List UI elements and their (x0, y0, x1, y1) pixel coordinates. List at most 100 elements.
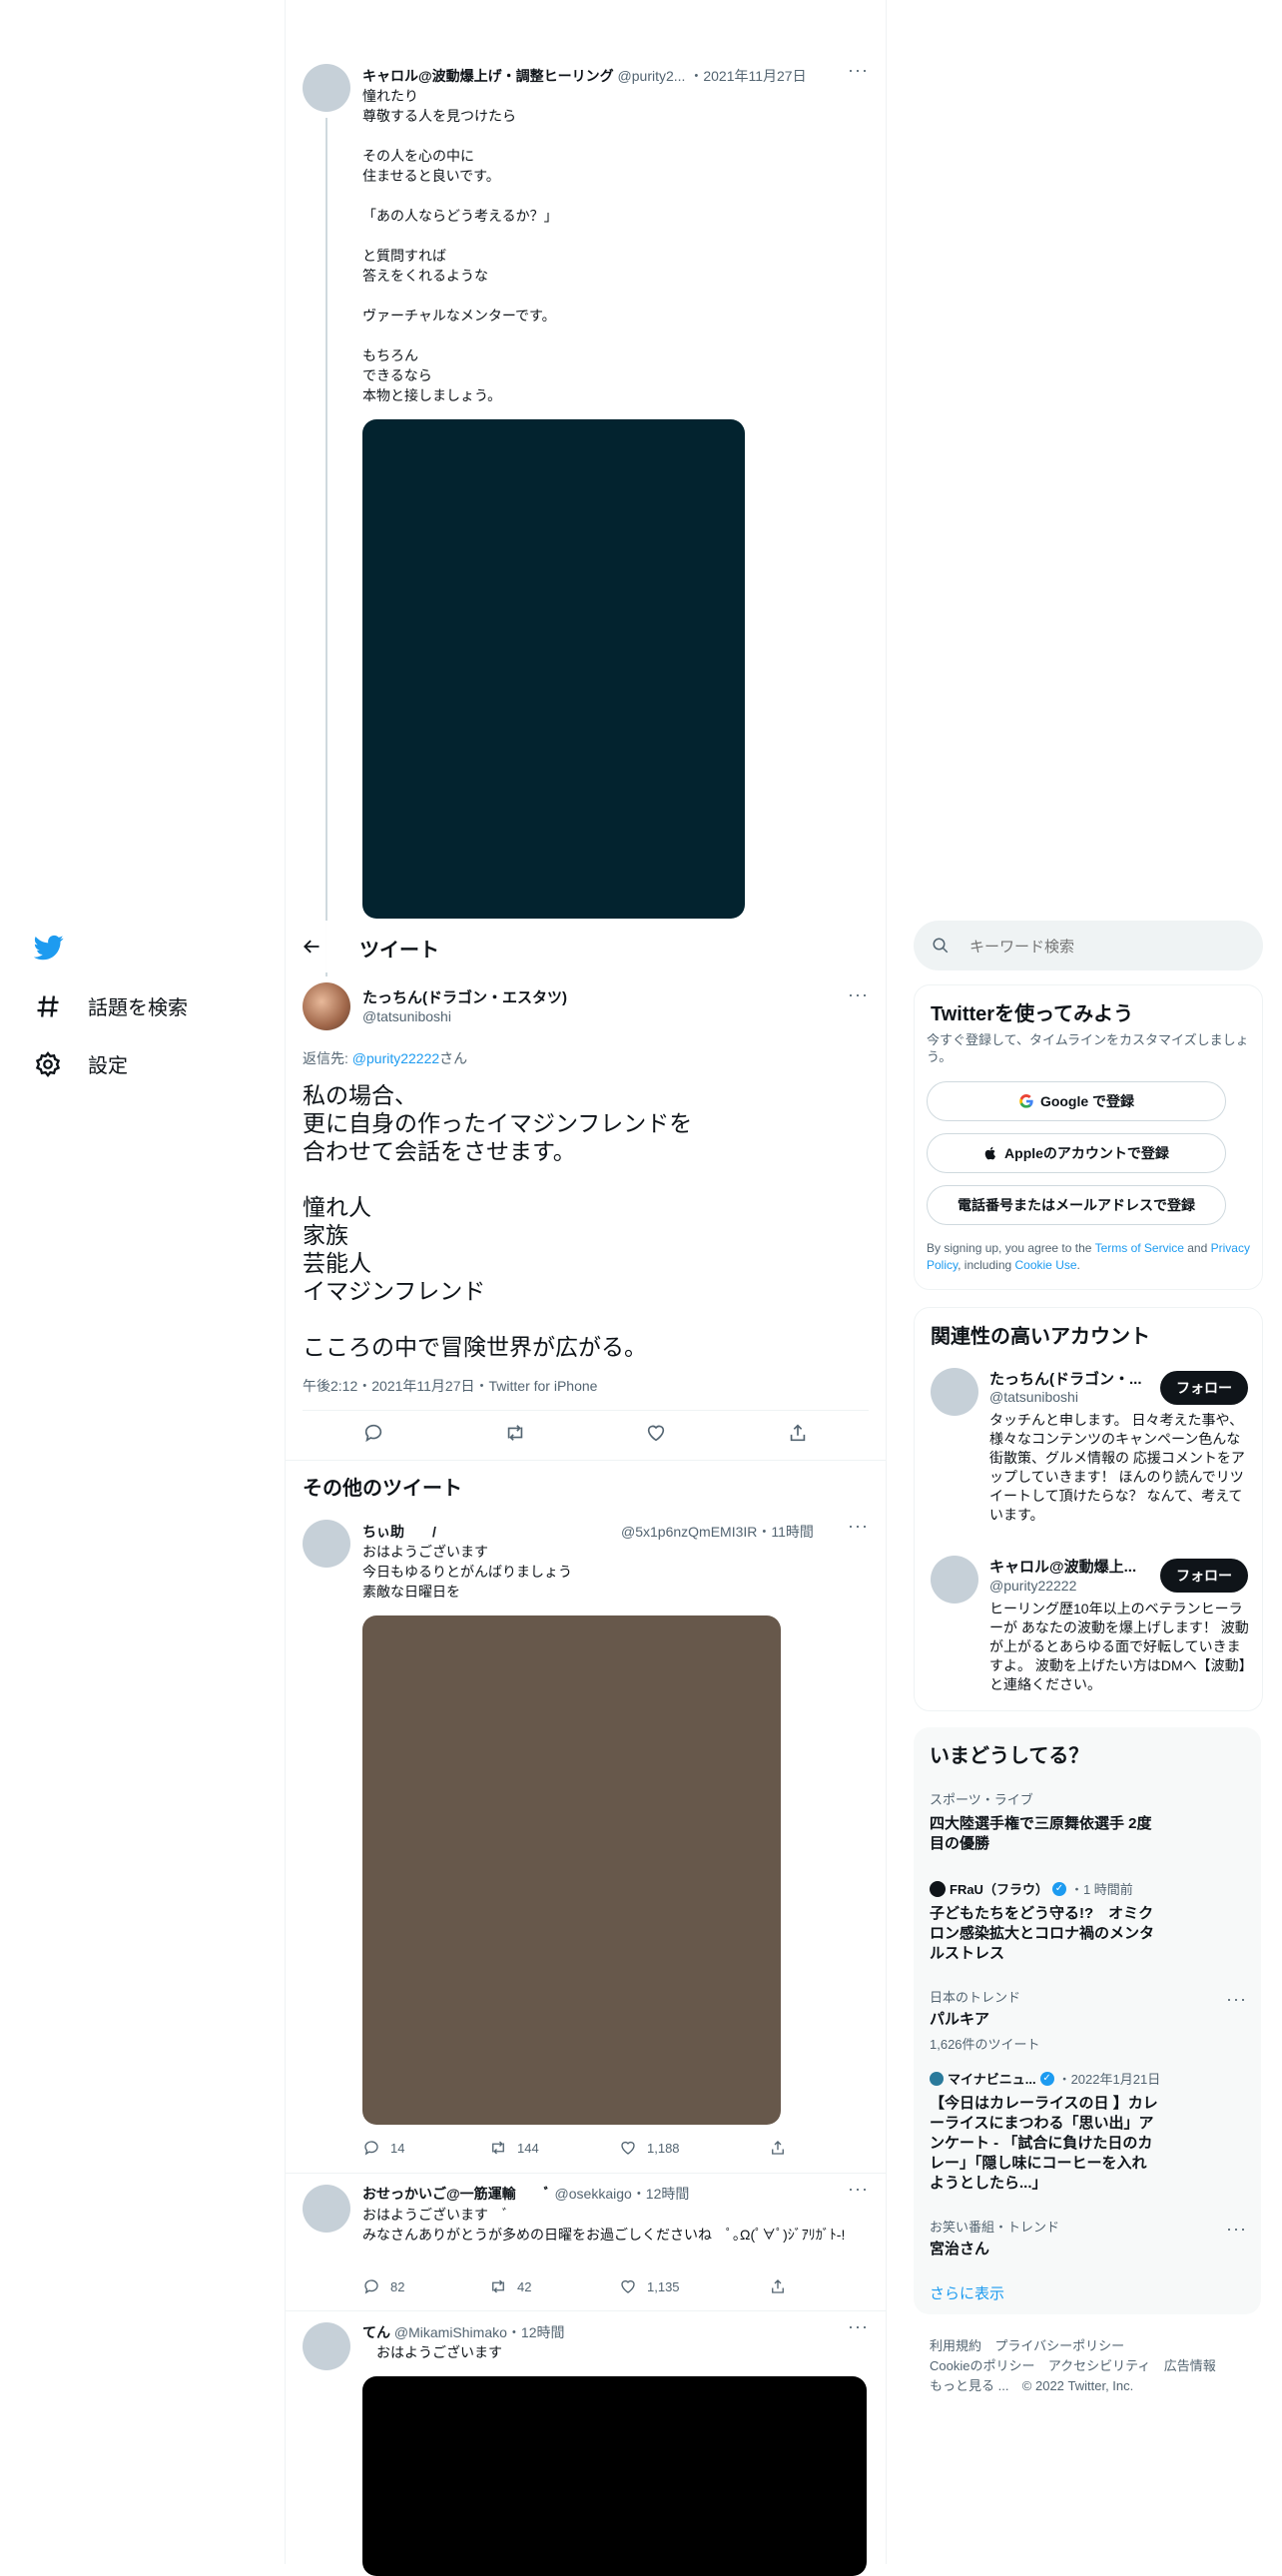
footer-link[interactable]: プライバシーポリシー (994, 2338, 1124, 2353)
like-icon (621, 2141, 635, 2155)
footer-link[interactable]: アクセシビリティ (1048, 2358, 1151, 2373)
like-button[interactable]: 1,135 (619, 2277, 769, 2295)
trend-category: お笑い番組・トレンド (930, 2220, 1060, 2235)
trend-item[interactable]: 日本のトレンド パルキア 1,626件のツイート (930, 1987, 1239, 2053)
trend-title: パルキア (930, 2011, 990, 2028)
trend-item[interactable]: FRaU（フラウ） ✓ ・1 時間前 子どもたちをどう守る!? オミク ロン感染… (930, 1879, 1239, 1964)
tweet-time[interactable]: ・12時間 (632, 2186, 690, 2202)
legal-text: . (1076, 1258, 1080, 1272)
like-icon[interactable] (645, 1422, 667, 1444)
footer-link[interactable]: Cookieのポリシー (930, 2358, 1034, 2373)
nav-explore-label: 話題を検索 (88, 997, 188, 1019)
tweet-meta[interactable]: 午後2:12・2021年11月27日・Twitter for iPhone (303, 1376, 597, 1396)
twitter-bird-icon[interactable] (34, 933, 64, 963)
more-icon[interactable]: ··· (848, 2316, 869, 2337)
tweet-date[interactable]: ・2021年11月27日 (689, 68, 806, 84)
tweet-time[interactable]: ・11時間 (757, 1524, 814, 1540)
trend-item[interactable]: マイナビニュ... ✓ ・2022年1月21日 【今日はカレーライスの日 】カレ… (930, 2069, 1239, 2194)
share-button[interactable] (769, 2139, 799, 2157)
retweet-button[interactable]: 144 (489, 2139, 619, 2157)
avatar[interactable] (931, 1368, 978, 1416)
tweet-page-header: ツイート (286, 921, 886, 972)
author-handle[interactable]: @purity2... (618, 68, 686, 84)
tweet-image[interactable] (362, 419, 745, 919)
trend-time: ・1 時間前 (1069, 1882, 1133, 1897)
trends-title: いまどうしてる？ (930, 1745, 1089, 1767)
reply-button[interactable]: 82 (362, 2277, 489, 2295)
phone-email-signup-label: 電話番号またはメールアドレスで登録 (958, 1197, 1195, 1213)
avatar[interactable] (303, 2322, 350, 2370)
relevant-accounts-card: 関連性の高いアカウント たっちん(ドラゴン・... @tatsuniboshi … (914, 1307, 1263, 1711)
retweet-button[interactable]: 42 (489, 2277, 619, 2295)
trend-item[interactable]: お笑い番組・トレンド 宮治さん (930, 2217, 1239, 2259)
trend-title: 宮治さん (930, 2241, 990, 2257)
main-column: キャロル@波動爆上げ・調整ヒーリング @purity2... ・2021年11月… (285, 0, 887, 2576)
search-box[interactable] (914, 921, 1263, 970)
account-handle[interactable]: @tatsuniboshi (989, 1389, 1078, 1405)
google-icon (1019, 1094, 1033, 1108)
source-logo-icon (930, 2071, 944, 2086)
account-handle[interactable]: @purity22222 (989, 1578, 1076, 1594)
trend-category: 日本のトレンド (930, 1990, 1021, 2005)
trend-source: マイナビニュ... (948, 2072, 1036, 2087)
tweet-actions (303, 1422, 869, 1444)
account-name[interactable]: キャロル@波動爆上... (989, 1556, 1136, 1577)
follow-button[interactable]: フォロー (1160, 1559, 1248, 1593)
author-name[interactable]: ちぃ助 / (362, 1522, 436, 1542)
search-input[interactable] (967, 933, 1251, 961)
avatar[interactable] (303, 982, 350, 1030)
like-count: 1,188 (647, 2140, 680, 2156)
avatar[interactable] (303, 64, 350, 112)
reply-icon[interactable] (362, 1422, 384, 1444)
trend-item[interactable]: スポーツ・ライブ 四大陸選手権で三原舞依選手 2度 目の優勝 (930, 1789, 1239, 1854)
more-icon[interactable]: ··· (848, 60, 869, 81)
share-icon[interactable] (787, 1422, 809, 1444)
reply-button[interactable]: 14 (362, 2139, 489, 2157)
footer-link[interactable]: 広告情報 (1164, 2358, 1216, 2373)
avatar[interactable] (303, 2185, 350, 2233)
avatar[interactable] (931, 1556, 978, 1604)
author-name[interactable]: キャロル@波動爆上げ・調整ヒーリング (362, 68, 614, 84)
nav-settings[interactable]: 設定 (34, 1049, 128, 1078)
trends-card: いまどうしてる？ スポーツ・ライブ 四大陸選手権で三原舞依選手 2度 目の優勝 … (914, 1727, 1261, 2314)
author-handle[interactable]: @5x1p6nzQmEMI3IR (621, 1524, 757, 1540)
author-handle[interactable]: @osekkaigo (555, 2186, 632, 2202)
tweet-image[interactable] (362, 1615, 781, 2125)
more-icon[interactable]: ··· (848, 1516, 869, 1537)
author-handle[interactable]: @tatsuniboshi (362, 1008, 451, 1024)
retweet-icon[interactable] (504, 1422, 526, 1444)
arrow-left-icon[interactable] (302, 937, 321, 957)
cookie-link[interactable]: Cookie Use (1015, 1258, 1077, 1272)
trend-time: ・2022年1月21日 (1057, 2072, 1161, 2087)
account-name[interactable]: たっちん(ドラゴン・... (989, 1368, 1142, 1389)
signup-legal: By signing up, you agree to the Terms of… (927, 1240, 1251, 1274)
footer-link[interactable]: 利用規約 (930, 2338, 981, 2353)
tweet-time[interactable]: ・12時間 (507, 2324, 565, 2340)
apple-signup-button[interactable]: Appleのアカウントで登録 (927, 1133, 1226, 1173)
trend-source: FRaU（フラウ） (950, 1882, 1048, 1897)
more-icon[interactable]: ··· (1226, 2219, 1247, 2240)
follow-button[interactable]: フォロー (1160, 1371, 1248, 1405)
like-button[interactable]: 1,188 (619, 2139, 769, 2157)
account-bio: タッチんと申します。 日々考えた事や、様々なコンテンツのキャンペーン色んな街散策… (989, 1412, 1245, 1523)
more-icon[interactable]: ··· (1226, 1989, 1247, 2010)
show-more-link[interactable]: さらに表示 (930, 2282, 1004, 2303)
nav-explore[interactable]: 話題を検索 (34, 991, 188, 1020)
author-handle[interactable]: @MikamiShimako (394, 2324, 507, 2340)
author-name[interactable]: てん (362, 2324, 390, 2340)
terms-link[interactable]: Terms of Service (1095, 1241, 1184, 1255)
divider (286, 2310, 886, 2311)
tweet-image[interactable] (362, 2376, 867, 2576)
author-name[interactable]: たっちん(ドラゴン・エスタツ) (362, 986, 567, 1007)
share-button[interactable] (769, 2277, 799, 2295)
footer-link[interactable]: もっと見る ... (930, 2378, 1008, 2393)
avatar[interactable] (303, 1520, 350, 1568)
relevant-title: 関連性の高いアカウント (931, 1326, 1150, 1348)
more-icon[interactable]: ··· (848, 984, 869, 1005)
trend-count: 1,626件のツイート (930, 2037, 1040, 2052)
more-icon[interactable]: ··· (848, 2179, 869, 2200)
google-signup-button[interactable]: Google で登録 (927, 1081, 1226, 1121)
author-name[interactable]: おせっかいご@一筋運輸 ﾞ (362, 2186, 551, 2202)
reply-to-link[interactable]: @purity22222 (352, 1050, 439, 1066)
phone-email-signup-button[interactable]: 電話番号またはメールアドレスで登録 (927, 1185, 1226, 1225)
